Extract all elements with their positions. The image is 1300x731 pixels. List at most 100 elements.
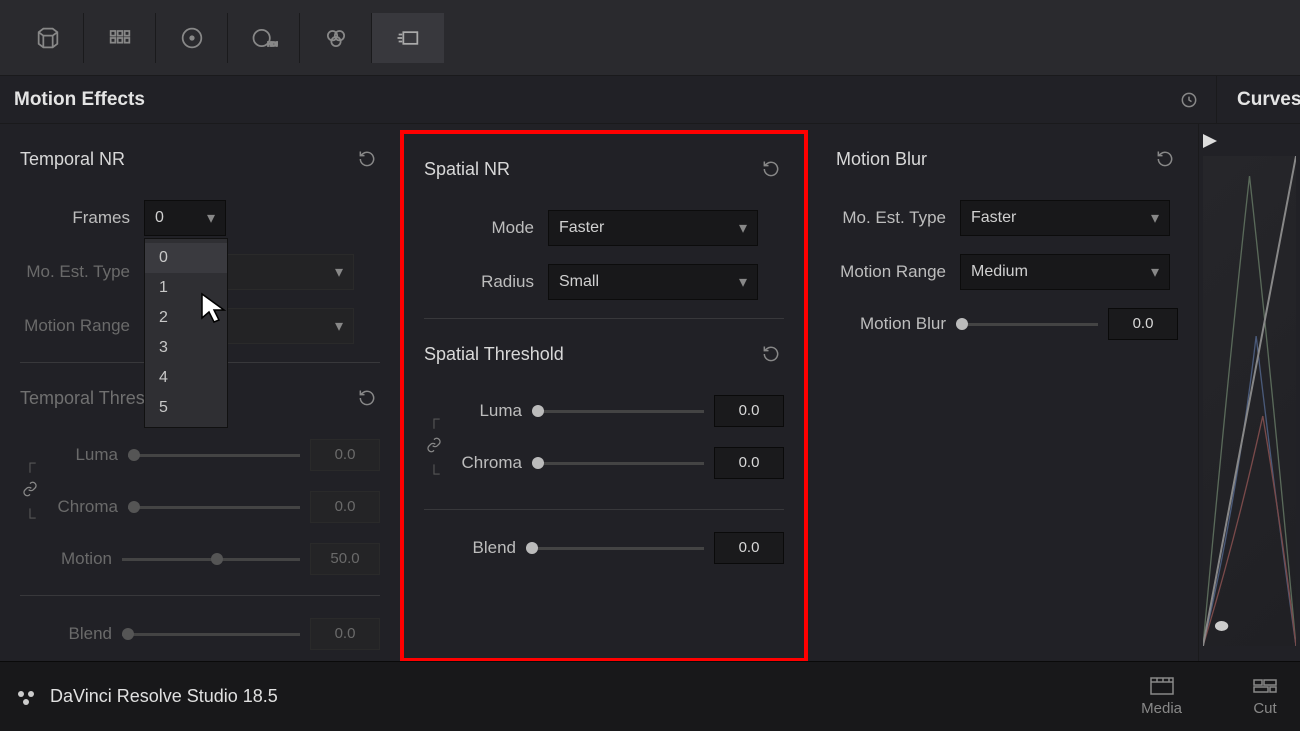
luma-value[interactable]: 0.0 bbox=[310, 439, 380, 471]
temporal-nr-header: Temporal NR bbox=[20, 146, 380, 172]
mb-blur-label: Motion Blur bbox=[836, 314, 946, 334]
tool-hdr-icon[interactable]: HDR bbox=[228, 13, 300, 63]
frames-label: Frames bbox=[20, 208, 130, 228]
divider bbox=[20, 595, 380, 596]
blend-label: Blend bbox=[42, 624, 112, 644]
panel-title: Motion Effects bbox=[14, 89, 145, 111]
spatial-nr-reset-icon[interactable] bbox=[758, 156, 784, 182]
motion-blur-panel: Motion Blur Mo. Est. Type Faster ▾ Motio… bbox=[808, 124, 1198, 662]
spatial-blend-slider[interactable] bbox=[526, 547, 704, 550]
curves-panel bbox=[1198, 124, 1300, 662]
motion-blur-title: Motion Blur bbox=[836, 149, 927, 170]
media-tab[interactable]: Media bbox=[1141, 676, 1182, 717]
mb-range-dropdown[interactable]: Medium ▾ bbox=[960, 254, 1170, 290]
spatial-luma-label: Luma bbox=[452, 401, 522, 421]
cut-tab[interactable]: Cut bbox=[1252, 676, 1278, 717]
frames-option[interactable]: 1 bbox=[145, 273, 227, 303]
spatial-chroma-value[interactable]: 0.0 bbox=[714, 447, 784, 479]
chroma-slider[interactable] bbox=[128, 506, 300, 509]
tool-camera-raw-icon[interactable] bbox=[12, 13, 84, 63]
media-tab-label: Media bbox=[1141, 700, 1182, 717]
mb-range-label: Motion Range bbox=[836, 262, 946, 282]
luma-slider[interactable] bbox=[128, 454, 300, 457]
mode-value: Faster bbox=[559, 219, 604, 237]
frames-dropdown-list: 0 1 2 3 4 5 bbox=[144, 238, 228, 428]
mb-blur-value[interactable]: 0.0 bbox=[1108, 308, 1178, 340]
mb-mo-est-value: Faster bbox=[971, 209, 1016, 227]
curves-play-icon[interactable] bbox=[1203, 134, 1217, 148]
motion-range-label: Motion Range bbox=[20, 316, 130, 336]
radius-value: Small bbox=[559, 273, 599, 291]
divider bbox=[424, 509, 784, 510]
top-toolbar: HDR bbox=[0, 0, 1300, 76]
motion-blur-header: Motion Blur bbox=[836, 146, 1178, 172]
mo-est-type-label: Mo. Est. Type bbox=[20, 262, 130, 282]
frames-dropdown[interactable]: 0 ▾ 0 1 2 3 4 5 bbox=[144, 200, 226, 236]
motion-slider[interactable] bbox=[122, 558, 300, 561]
spatial-blend-value[interactable]: 0.0 bbox=[714, 532, 784, 564]
svg-text:HDR: HDR bbox=[267, 42, 278, 48]
spatial-threshold-title: Spatial Threshold bbox=[424, 344, 564, 365]
spatial-threshold-header: Spatial Threshold bbox=[424, 341, 784, 367]
spatial-luma-value[interactable]: 0.0 bbox=[714, 395, 784, 427]
chevron-down-icon: ▾ bbox=[207, 208, 215, 228]
curves-graph[interactable] bbox=[1203, 156, 1296, 646]
spatial-threshold-reset-icon[interactable] bbox=[758, 341, 784, 367]
frames-option[interactable]: 4 bbox=[145, 363, 227, 393]
davinci-logo-icon bbox=[14, 685, 38, 709]
mode-dropdown[interactable]: Faster ▾ bbox=[548, 210, 758, 246]
spatial-luma-slider[interactable] bbox=[532, 410, 704, 413]
chroma-label: Chroma bbox=[48, 497, 118, 517]
cut-tab-label: Cut bbox=[1253, 700, 1276, 717]
frames-option[interactable]: 5 bbox=[145, 393, 227, 423]
radius-dropdown[interactable]: Small ▾ bbox=[548, 264, 758, 300]
mode-label: Mode bbox=[424, 218, 534, 238]
tool-color-wheels-icon[interactable] bbox=[156, 13, 228, 63]
media-icon bbox=[1149, 676, 1175, 696]
mb-mo-est-dropdown[interactable]: Faster ▾ bbox=[960, 200, 1170, 236]
chevron-down-icon: ▾ bbox=[739, 218, 747, 238]
temporal-nr-title: Temporal NR bbox=[20, 149, 125, 170]
tool-color-checker-icon[interactable] bbox=[84, 13, 156, 63]
curves-header: Curves bbox=[1216, 76, 1300, 124]
curves-title: Curves bbox=[1237, 89, 1300, 111]
chevron-down-icon: ▾ bbox=[335, 316, 343, 336]
frames-option[interactable]: 2 bbox=[145, 303, 227, 333]
link-icon[interactable] bbox=[424, 437, 444, 458]
divider bbox=[424, 318, 784, 319]
mb-range-value: Medium bbox=[971, 263, 1028, 281]
spatial-chroma-label: Chroma bbox=[452, 453, 522, 473]
chevron-down-icon: ▾ bbox=[335, 262, 343, 282]
chevron-down-icon: ▾ bbox=[739, 272, 747, 292]
motion-label: Motion bbox=[42, 549, 112, 569]
spatial-chroma-slider[interactable] bbox=[532, 462, 704, 465]
app-brand: DaVinci Resolve Studio 18.5 bbox=[14, 685, 278, 709]
app-name: DaVinci Resolve Studio 18.5 bbox=[50, 686, 278, 707]
footer-bar: DaVinci Resolve Studio 18.5 Media Cut bbox=[0, 661, 1300, 731]
chevron-down-icon: ▾ bbox=[1151, 208, 1159, 228]
panel-preset-icon[interactable] bbox=[1176, 87, 1202, 113]
temporal-threshold-reset-icon[interactable] bbox=[354, 385, 380, 411]
spatial-nr-title: Spatial NR bbox=[424, 159, 510, 180]
motion-value[interactable]: 50.0 bbox=[310, 543, 380, 575]
temporal-nr-reset-icon[interactable] bbox=[354, 146, 380, 172]
main-panels: Temporal NR Frames 0 ▾ 0 1 2 3 4 5 bbox=[0, 124, 1300, 662]
luma-label: Luma bbox=[48, 445, 118, 465]
tool-rgb-mixer-icon[interactable] bbox=[300, 13, 372, 63]
blend-slider[interactable] bbox=[122, 633, 300, 636]
cut-icon bbox=[1252, 676, 1278, 696]
frames-option[interactable]: 3 bbox=[145, 333, 227, 363]
frames-value: 0 bbox=[155, 209, 164, 227]
chroma-value[interactable]: 0.0 bbox=[310, 491, 380, 523]
blend-value[interactable]: 0.0 bbox=[310, 618, 380, 650]
spatial-nr-header: Spatial NR bbox=[424, 156, 784, 182]
radius-label: Radius bbox=[424, 272, 534, 292]
link-icon[interactable] bbox=[20, 481, 40, 502]
mb-blur-slider[interactable] bbox=[956, 323, 1098, 326]
spatial-nr-panel: Spatial NR Mode Faster ▾ Radius Small ▾ … bbox=[400, 130, 808, 662]
chevron-down-icon: ▾ bbox=[1151, 262, 1159, 282]
tool-motion-effects-icon[interactable] bbox=[372, 13, 444, 63]
frames-option[interactable]: 0 bbox=[145, 243, 227, 273]
motion-blur-reset-icon[interactable] bbox=[1152, 146, 1178, 172]
mb-mo-est-label: Mo. Est. Type bbox=[836, 208, 946, 228]
